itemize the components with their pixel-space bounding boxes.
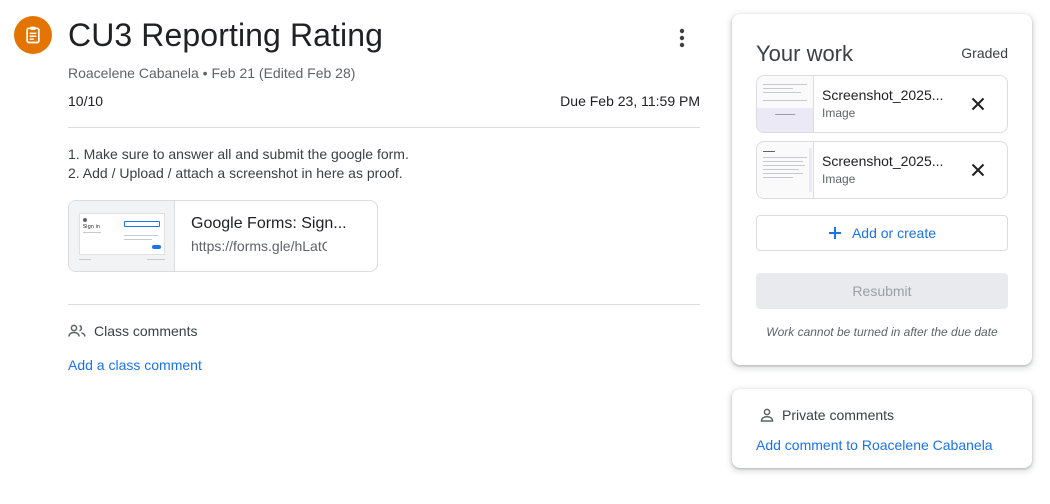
assignment-meta: Roacelene Cabanela • Feb 21 (Edited Feb …: [68, 65, 356, 81]
preview-line: [79, 259, 91, 260]
add-class-comment-link[interactable]: Add a class comment: [68, 357, 202, 373]
file-name: Screenshot_2025...: [822, 153, 944, 169]
thumb-line: [763, 161, 803, 162]
thumb-line: [763, 151, 775, 152]
assignment-main: CU3 Reporting Rating Roacelene Cabanela …: [0, 0, 720, 504]
points-earned: 10: [68, 93, 84, 109]
remove-file-button[interactable]: [965, 157, 991, 183]
due-date: Due Feb 23, 11:59 PM: [560, 93, 700, 109]
instruction-line: 2. Add / Upload / attach a screenshot in…: [68, 165, 403, 181]
thumb-line: [763, 84, 807, 85]
grade-points: 10/10: [68, 93, 103, 109]
preview-line: [83, 232, 101, 233]
close-icon: [971, 163, 985, 177]
add-or-create-button[interactable]: Add or create: [756, 215, 1008, 251]
signin-preview-text: Sign in: [83, 224, 101, 230]
thumb-line: [763, 88, 793, 89]
google-form-attachment[interactable]: Sign in Google Forms: Sign... https://fo…: [68, 200, 378, 272]
file-type: Image: [822, 106, 856, 120]
file-name: Screenshot_2025...: [822, 87, 944, 103]
divider: [68, 127, 700, 128]
page-title: CU3 Reporting Rating: [68, 17, 384, 53]
file-attachment[interactable]: Screenshot_2025... Image: [756, 141, 1008, 199]
plus-icon: [828, 227, 841, 239]
file-attachment[interactable]: Screenshot_2025... Image: [756, 75, 1008, 133]
preview-button: [152, 245, 161, 249]
more-vert-icon: [679, 28, 685, 48]
preview-line: [124, 239, 152, 240]
thumb-line: [763, 165, 805, 166]
add-or-create-label: Add or create: [851, 225, 937, 241]
class-comments-label: Class comments: [94, 323, 198, 339]
close-icon: [971, 97, 985, 111]
assignment-icon: [14, 16, 52, 54]
thumb-band: [809, 148, 812, 192]
google-logo-dot: [83, 218, 87, 222]
clipboard-icon: [26, 26, 40, 44]
file-thumbnail: [757, 76, 814, 132]
thumb-line: [763, 177, 793, 178]
thumb-line: [763, 157, 807, 158]
instructions: 1. Make sure to answer all and submit th…: [68, 145, 409, 183]
person-icon: [760, 408, 774, 422]
private-comments-card: Private comments Add comment to Roacelen…: [732, 389, 1032, 468]
add-private-comment-link[interactable]: Add comment to Roacelene Cabanela: [756, 437, 993, 453]
more-options-button[interactable]: [666, 22, 698, 54]
file-type: Image: [822, 172, 856, 186]
your-work-card: Your work Graded Screenshot_2025... Imag…: [732, 14, 1032, 365]
late-submission-note: Work cannot be turned in after the due d…: [766, 325, 998, 339]
private-comments-heading: Private comments: [760, 407, 894, 423]
divider: [68, 304, 700, 305]
private-comments-label: Private comments: [782, 407, 895, 423]
file-thumbnail: [757, 142, 814, 198]
work-status: Graded: [961, 45, 1008, 61]
preview-line: [147, 259, 165, 260]
thumb-line: [763, 100, 807, 101]
remove-file-button[interactable]: [965, 91, 991, 117]
people-icon: [68, 324, 86, 337]
resubmit-button[interactable]: Resubmit: [756, 273, 1008, 309]
class-comments-heading: Class comments: [68, 323, 197, 339]
thumb-band: [757, 108, 813, 132]
your-work-title: Your work: [756, 41, 854, 66]
attachment-title: Google Forms: Sign...: [191, 215, 347, 232]
thumb-line: [763, 169, 799, 170]
thumb-line: [775, 114, 795, 115]
attachment-thumbnail: Sign in: [69, 201, 175, 271]
attachment-url: https://forms.gle/hLatQTg: [191, 238, 327, 254]
preview-line: [124, 235, 158, 236]
points-total: /10: [83, 93, 104, 109]
thumb-line: [763, 173, 803, 174]
instruction-line: 1. Make sure to answer all and submit th…: [68, 146, 409, 162]
thumb-line: [763, 92, 801, 93]
preview-field: [124, 221, 160, 227]
